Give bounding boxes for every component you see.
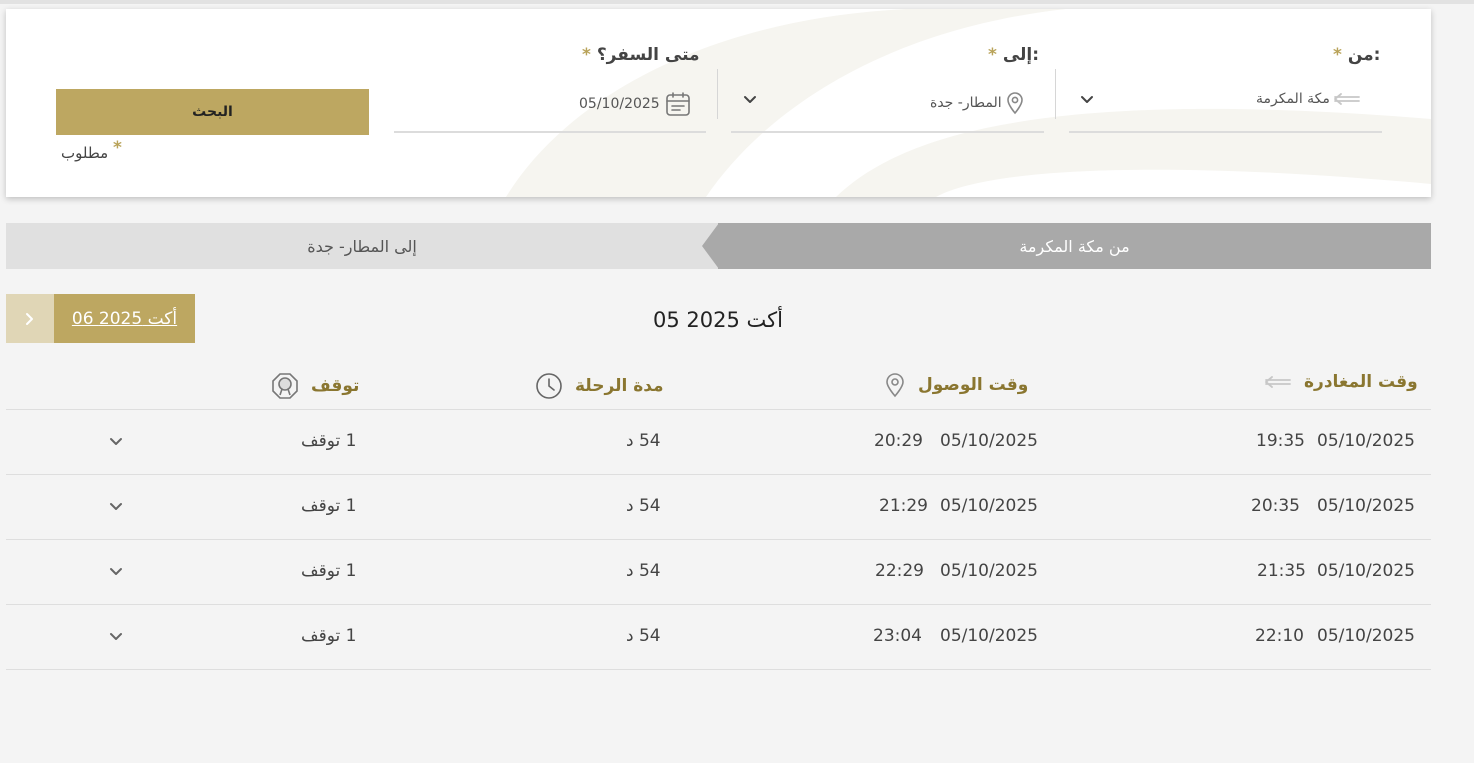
stop-icon	[272, 373, 298, 399]
to-dropdown-chevron-down-icon[interactable]	[741, 91, 759, 109]
arrival-time: 22:29	[875, 561, 924, 581]
location-pin-icon	[1006, 92, 1023, 115]
to-underline	[731, 131, 1044, 133]
expand-chevron-down-icon[interactable]	[108, 629, 124, 645]
from-field[interactable]: مكة المكرمة	[1256, 91, 1361, 107]
header-arrival: وقت الوصول	[884, 372, 1028, 398]
expand-chevron-down-icon[interactable]	[108, 499, 124, 515]
arrival-date: 05/10/2025	[940, 626, 1038, 646]
arrow-left-icon	[1334, 93, 1360, 105]
arrow-left-icon	[1265, 376, 1291, 388]
departure-time: 21:35	[1257, 561, 1306, 581]
trip-duration: 54 د	[626, 561, 661, 581]
stops-count: 1 توقف	[301, 561, 357, 581]
departure-time: 19:35	[1256, 431, 1305, 451]
header-departure: وقت المغادرة	[1264, 372, 1418, 392]
departure-time: 22:10	[1255, 626, 1304, 646]
expand-chevron-down-icon[interactable]	[108, 434, 124, 450]
to-field[interactable]: المطار- جدة	[930, 91, 1025, 115]
clock-icon	[536, 373, 562, 399]
departure-date: 05/10/2025	[1317, 496, 1415, 516]
date-underline	[394, 131, 706, 133]
calendar-icon	[665, 92, 690, 116]
tab-to-destination[interactable]: إلى المطار- جدة	[6, 223, 718, 269]
stops-count: 1 توقف	[301, 431, 357, 451]
stops-count: 1 توقف	[301, 626, 357, 646]
arrival-time: 21:29	[879, 496, 928, 516]
date-value: 05/10/2025	[579, 96, 660, 112]
required-note: مطلوب *	[61, 138, 122, 162]
to-label: :إلى *	[988, 45, 1040, 65]
trip-duration: 54 د	[626, 431, 661, 451]
tab-from-origin[interactable]: من مكة المكرمة	[718, 223, 1431, 269]
arrival-date: 05/10/2025	[940, 431, 1038, 451]
chevron-right-icon	[26, 312, 33, 325]
search-panel: :من * مكة المكرمة :إلى * المطار- جدة متى…	[6, 9, 1431, 197]
departure-time: 20:35	[1251, 496, 1300, 516]
departure-date: 05/10/2025	[1317, 431, 1415, 451]
header-stops: توقف	[271, 372, 359, 400]
from-separator	[1055, 69, 1056, 119]
from-label: :من *	[1333, 45, 1381, 65]
to-value: المطار- جدة	[930, 95, 1002, 111]
arrival-time: 20:29	[874, 431, 923, 451]
next-date-link[interactable]: 06 أكت 2025	[54, 294, 195, 343]
trip-row[interactable]: 05/10/2025 19:35 05/10/2025 20:29 54 د 1…	[6, 410, 1431, 475]
trip-duration: 54 د	[626, 496, 661, 516]
next-day-button[interactable]	[6, 294, 54, 343]
search-button[interactable]: البحث	[56, 89, 369, 135]
trip-duration: 54 د	[626, 626, 661, 646]
date-field[interactable]: 05/10/2025	[579, 91, 693, 117]
location-pin-icon	[886, 373, 904, 398]
arrival-date: 05/10/2025	[940, 561, 1038, 581]
departure-date: 05/10/2025	[1317, 626, 1415, 646]
stops-count: 1 توقف	[301, 496, 357, 516]
header-duration: مدة الرحلة	[535, 372, 664, 400]
from-value: مكة المكرمة	[1256, 91, 1330, 107]
to-separator	[717, 69, 718, 119]
trip-row[interactable]: 05/10/2025 20:35 05/10/2025 21:29 54 د 1…	[6, 475, 1431, 540]
from-dropdown-chevron-down-icon[interactable]	[1078, 91, 1096, 109]
arrival-time: 23:04	[873, 626, 922, 646]
tab-active-arrow	[702, 223, 719, 269]
trip-row[interactable]: 05/10/2025 22:10 05/10/2025 23:04 54 د 1…	[6, 605, 1431, 670]
date-label: متى السفر؟ *	[582, 45, 700, 65]
trip-row[interactable]: 05/10/2025 21:35 05/10/2025 22:29 54 د 1…	[6, 540, 1431, 605]
arrival-date: 05/10/2025	[940, 496, 1038, 516]
departure-date: 05/10/2025	[1317, 561, 1415, 581]
current-date: 05 أكت 2025	[653, 308, 783, 332]
expand-chevron-down-icon[interactable]	[108, 564, 124, 580]
from-underline	[1069, 131, 1382, 133]
top-border	[0, 0, 1474, 4]
